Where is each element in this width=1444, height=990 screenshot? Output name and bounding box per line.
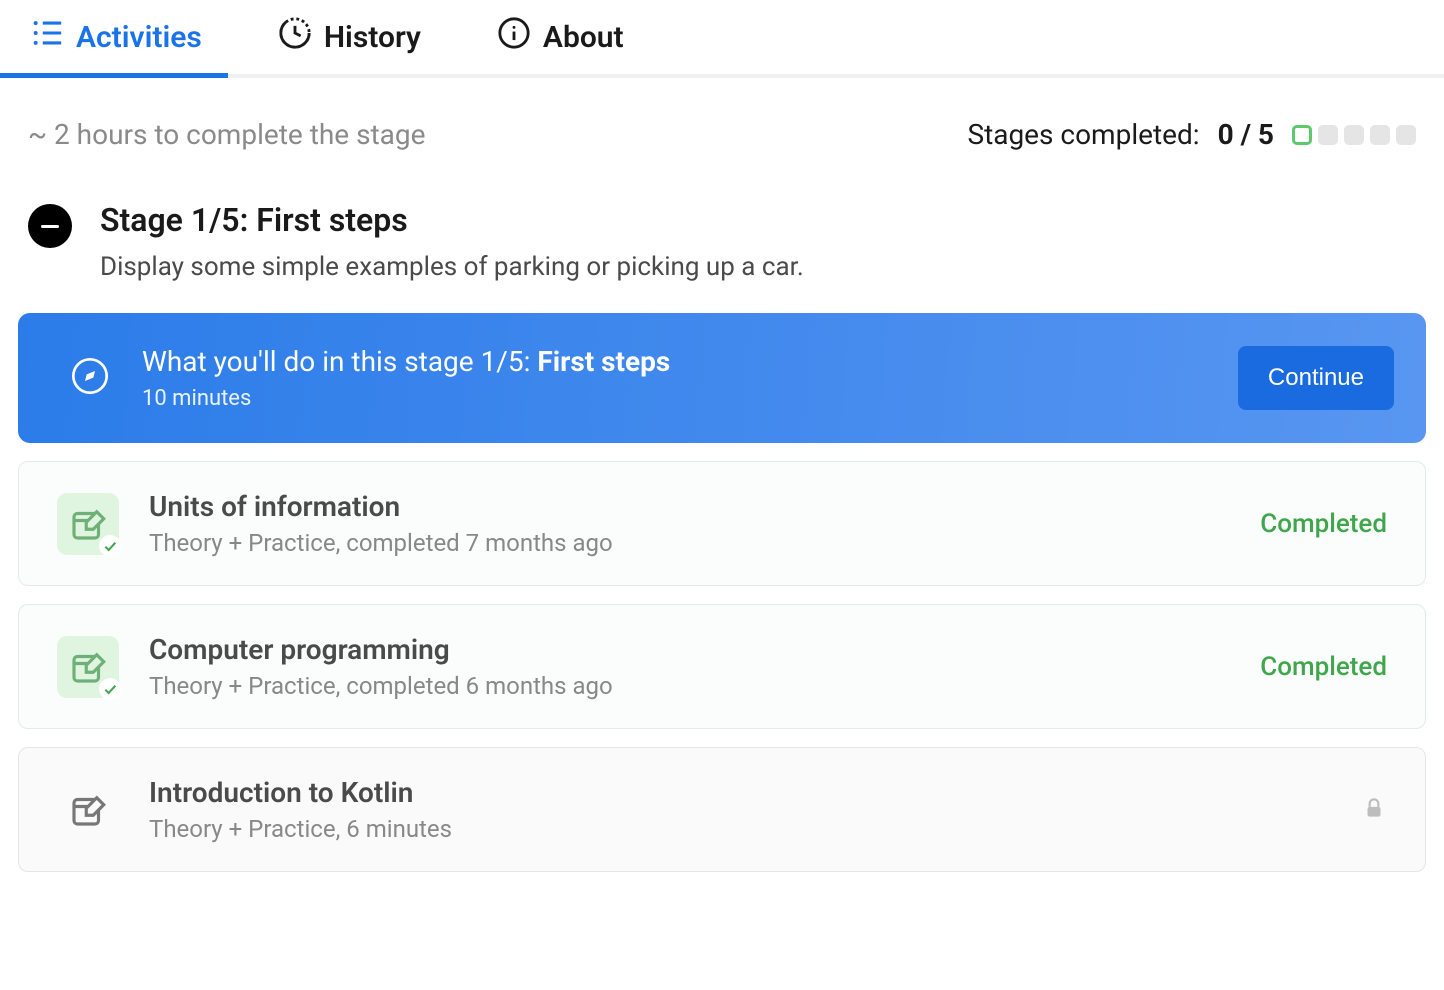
tab-label: About xyxy=(543,20,624,55)
lesson-card[interactable]: Introduction to Kotlin Theory + Practice… xyxy=(18,747,1426,872)
lesson-status: Completed xyxy=(1260,509,1387,539)
stage-title: Stage 1/5: First steps xyxy=(100,201,804,239)
lesson-card[interactable]: Computer programming Theory + Practice, … xyxy=(18,604,1426,729)
stage-dot xyxy=(1396,125,1416,145)
lesson-subtitle: Theory + Practice, 6 minutes xyxy=(149,815,1331,843)
completed-label: Stages completed: xyxy=(967,118,1199,151)
history-icon xyxy=(278,16,312,58)
stages-completed: Stages completed: 0 / 5 xyxy=(967,118,1416,151)
info-icon xyxy=(497,16,531,58)
lesson-subtitle: Theory + Practice, completed 7 months ag… xyxy=(149,529,1230,557)
stage-progress-dots xyxy=(1292,125,1416,145)
stage-dot xyxy=(1318,125,1338,145)
activities-icon xyxy=(30,16,64,58)
completed-value: 0 / 5 xyxy=(1218,118,1274,151)
tab-about[interactable]: About xyxy=(491,0,630,74)
hero-subtitle: 10 minutes xyxy=(142,386,1206,411)
hero-prefix: What you'll do in this stage 1/5: xyxy=(142,345,537,378)
lesson-title: Computer programming xyxy=(149,633,1230,666)
stage-dot xyxy=(1344,125,1364,145)
stage-description: Display some simple examples of parking … xyxy=(100,249,804,285)
lesson-icon xyxy=(57,636,119,698)
stage-dot xyxy=(1292,125,1312,145)
lesson-icon xyxy=(57,779,119,841)
compass-icon xyxy=(70,356,110,400)
lesson-icon xyxy=(57,493,119,555)
tab-label: Activities xyxy=(76,20,202,55)
lock-icon xyxy=(1361,795,1387,825)
lesson-title: Units of information xyxy=(149,490,1230,523)
tab-activities[interactable]: Activities xyxy=(24,0,208,74)
stage-estimate: ~ 2 hours to complete the stage xyxy=(28,118,425,151)
continue-button[interactable]: Continue xyxy=(1238,346,1394,410)
lesson-title: Introduction to Kotlin xyxy=(149,776,1331,809)
lesson-card[interactable]: Units of information Theory + Practice, … xyxy=(18,461,1426,586)
stage-dot xyxy=(1370,125,1390,145)
tabs-bar: Activities History About xyxy=(0,0,1444,78)
hero-bold: First steps xyxy=(537,345,670,378)
lesson-status: Completed xyxy=(1260,652,1387,682)
stage-header: Stage 1/5: First steps Display some simp… xyxy=(0,181,1444,313)
collapse-toggle[interactable] xyxy=(28,204,72,248)
minus-icon xyxy=(41,225,59,228)
stage-overview-card[interactable]: What you'll do in this stage 1/5: First … xyxy=(18,313,1426,443)
check-icon xyxy=(99,535,121,557)
hero-title: What you'll do in this stage 1/5: First … xyxy=(142,345,1206,378)
tab-history[interactable]: History xyxy=(272,0,427,74)
lesson-subtitle: Theory + Practice, completed 6 months ag… xyxy=(149,672,1230,700)
cards-container: What you'll do in this stage 1/5: First … xyxy=(0,313,1444,872)
check-icon xyxy=(99,678,121,700)
estimate-text: ~ 2 hours to complete the stage xyxy=(28,118,425,151)
summary-row: ~ 2 hours to complete the stage Stages c… xyxy=(0,78,1444,181)
tab-label: History xyxy=(324,20,421,55)
